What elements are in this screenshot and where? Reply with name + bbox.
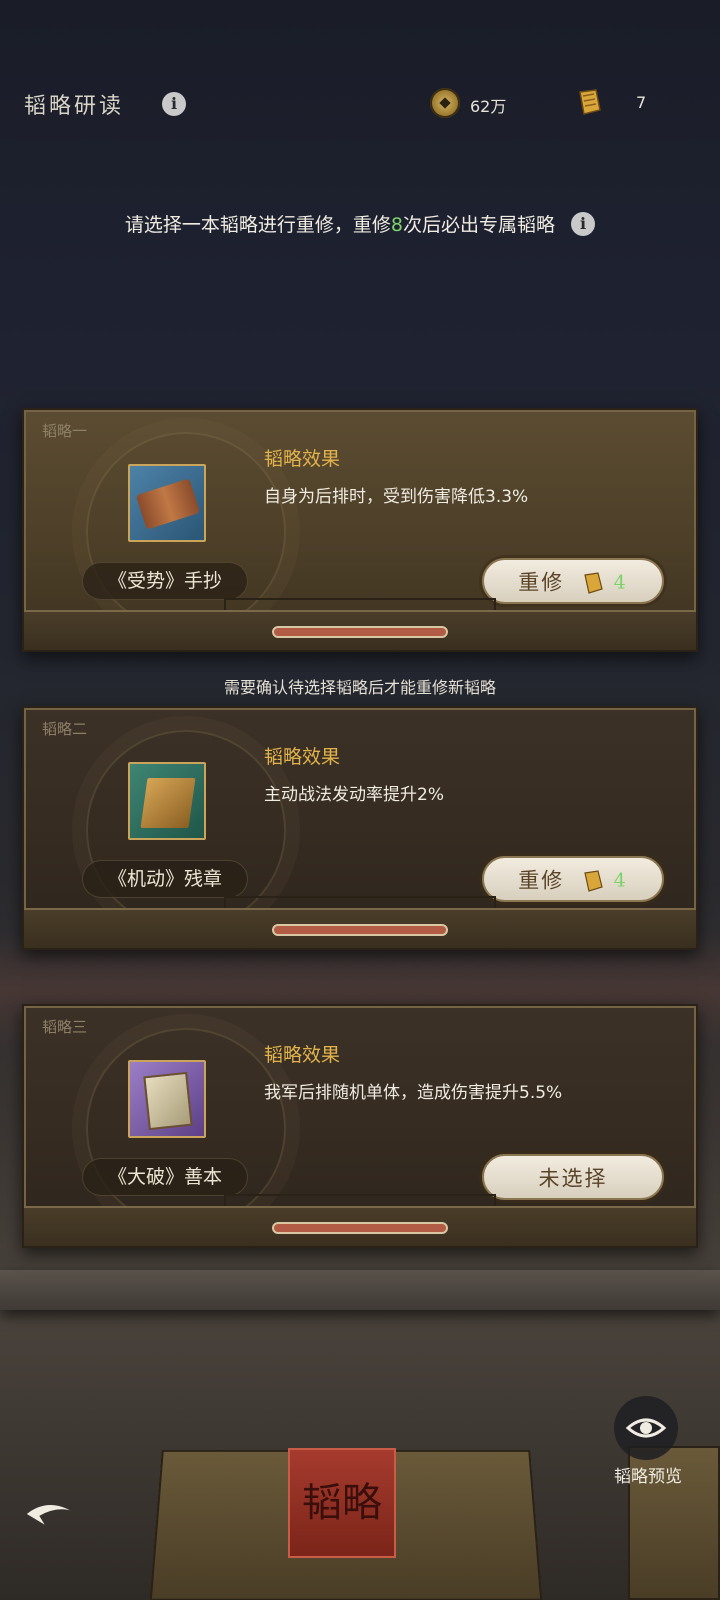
reroll-button[interactable]: 重修 4 bbox=[482, 856, 664, 902]
button-label: 未选择 bbox=[539, 1167, 608, 1191]
top-bar: 韬略研读 i 62万 7 bbox=[0, 78, 720, 134]
effect-text: 自身为后排时，受到伤害降低3.3% bbox=[264, 482, 528, 507]
button-label: 重修 bbox=[518, 571, 564, 595]
card-cord bbox=[272, 1222, 448, 1234]
page-title: 韬略研读 bbox=[24, 88, 124, 120]
eye-icon bbox=[614, 1396, 678, 1460]
effect-title: 韬略效果 bbox=[264, 742, 340, 769]
coin-count: 62万 bbox=[470, 93, 506, 117]
button-label: 重修 bbox=[518, 869, 564, 893]
card-tag: 韬略三 bbox=[42, 1016, 87, 1037]
effect-title: 韬略效果 bbox=[264, 444, 340, 471]
effect-text: 主动战法发动率提升2% bbox=[264, 780, 444, 805]
notice-suffix: 次后必出专属韬略 bbox=[403, 214, 555, 236]
strategy-card-2: 韬略二 《机动》残章 韬略效果 主动战法发动率提升2% 重修 4 bbox=[22, 706, 698, 950]
back-arrow-icon[interactable] bbox=[18, 1492, 84, 1536]
preview-label: 韬略预览 bbox=[614, 1462, 698, 1487]
coin-icon bbox=[430, 88, 460, 118]
unselected-button[interactable]: 未选择 bbox=[482, 1154, 664, 1200]
book-name: 《受势》手抄 bbox=[82, 562, 248, 600]
reroll-notice: 请选择一本韬略进行重修，重修8次后必出专属韬略 i bbox=[0, 210, 720, 238]
effect-title: 韬略效果 bbox=[264, 1040, 340, 1067]
book-icon[interactable] bbox=[128, 464, 206, 542]
card-cord bbox=[272, 924, 448, 936]
book-seal: 韬略 bbox=[288, 1448, 396, 1558]
scroll-icon bbox=[574, 88, 604, 116]
card-cord bbox=[272, 626, 448, 638]
preview-button[interactable] bbox=[614, 1396, 678, 1460]
reroll-button[interactable]: 重修 4 bbox=[482, 558, 664, 604]
notice-count: 8 bbox=[391, 214, 403, 236]
notice-prefix: 请选择一本韬略进行重修，重修 bbox=[125, 214, 391, 236]
strategy-card-1: 韬略一 《受势》手抄 韬略效果 自身为后排时，受到伤害降低3.3% 重修 4 bbox=[22, 408, 698, 652]
effect-text: 我军后排随机单体，造成伤害提升5.5% bbox=[264, 1078, 562, 1103]
card-tag: 韬略二 bbox=[42, 718, 87, 739]
scroll-icon bbox=[581, 572, 605, 594]
book-icon[interactable] bbox=[128, 762, 206, 840]
confirm-hint: 需要确认待选择韬略后才能重修新韬略 bbox=[0, 674, 720, 698]
button-cost: 4 bbox=[614, 870, 628, 892]
card-tag: 韬略一 bbox=[42, 420, 87, 441]
button-cost: 4 bbox=[614, 572, 628, 594]
info-icon[interactable]: i bbox=[162, 92, 186, 116]
scroll-count: 7 bbox=[636, 93, 646, 112]
strategy-card-3: 韬略三 《大破》善本 韬略效果 我军后排随机单体，造成伤害提升5.5% 未选择 bbox=[22, 1004, 698, 1248]
info-icon[interactable]: i bbox=[571, 212, 595, 236]
scroll-icon bbox=[581, 870, 605, 892]
book-icon[interactable] bbox=[128, 1060, 206, 1138]
book-name: 《大破》善本 bbox=[82, 1158, 248, 1196]
background-shelf bbox=[0, 1270, 720, 1310]
book-name: 《机动》残章 bbox=[82, 860, 248, 898]
